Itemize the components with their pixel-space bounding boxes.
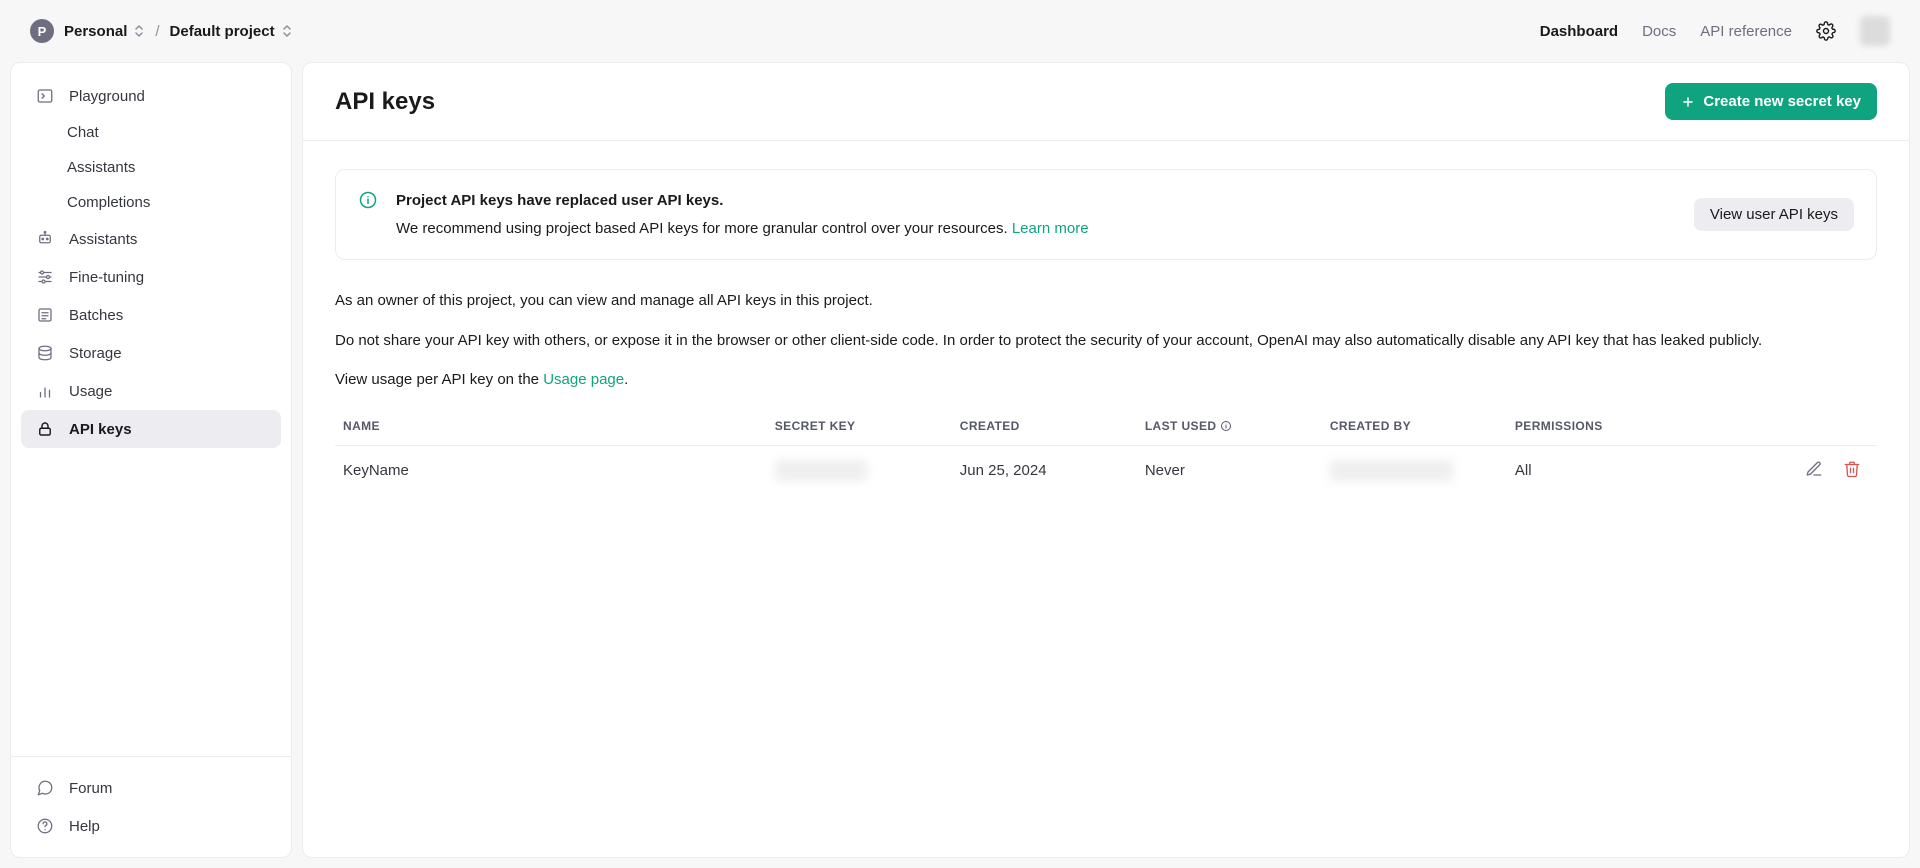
th-permissions: PERMISSIONS xyxy=(1507,407,1723,446)
database-icon xyxy=(35,343,55,363)
usage-line-prefix: View usage per API key on the xyxy=(335,371,543,388)
create-secret-key-button[interactable]: Create new secret key xyxy=(1665,83,1877,120)
page-title: API keys xyxy=(335,88,435,116)
nav-api-reference[interactable]: API reference xyxy=(1700,23,1792,40)
sidebar-item-completions[interactable]: Completions xyxy=(21,185,281,220)
sidebar-item-help[interactable]: Help xyxy=(21,807,281,845)
sidebar-label: Assistants xyxy=(67,159,135,176)
sidebar-item-chat[interactable]: Chat xyxy=(21,115,281,150)
notice-title: Project API keys have replaced user API … xyxy=(396,188,1676,214)
sliders-icon xyxy=(35,267,55,287)
usage-line-suffix: . xyxy=(624,371,628,388)
cell-last-used: Never xyxy=(1137,445,1322,495)
view-user-api-keys-button[interactable]: View user API keys xyxy=(1694,198,1854,231)
sidebar-label: Usage xyxy=(69,383,112,400)
user-avatar[interactable] xyxy=(1860,16,1890,46)
cell-created: Jun 25, 2024 xyxy=(952,445,1137,495)
notice-body: We recommend using project based API key… xyxy=(396,220,1012,237)
usage-line: View usage per API key on the Usage page… xyxy=(335,367,1877,393)
nav-docs[interactable]: Docs xyxy=(1642,23,1676,40)
chevron-updown-icon xyxy=(133,24,145,38)
plus-icon xyxy=(1681,95,1695,109)
sidebar-label: Assistants xyxy=(69,231,137,248)
cell-created-by: redacted@user xyxy=(1322,445,1507,495)
learn-more-link[interactable]: Learn more xyxy=(1012,220,1089,237)
table-row: KeyName sk-...XXXX Jun 25, 2024 Never re… xyxy=(335,445,1877,495)
robot-icon xyxy=(35,229,55,249)
delete-icon[interactable] xyxy=(1843,460,1863,480)
breadcrumb-separator: / xyxy=(155,23,159,40)
terminal-icon xyxy=(35,86,55,106)
sidebar-item-batches[interactable]: Batches xyxy=(21,296,281,334)
cell-permissions: All xyxy=(1507,445,1723,495)
th-created: CREATED xyxy=(952,407,1137,446)
sidebar-label: Chat xyxy=(67,124,99,141)
sidebar-label: Forum xyxy=(69,780,112,797)
sidebar: Playground Chat Assistants Completions A… xyxy=(10,62,292,858)
table-header-row: NAME SECRET KEY CREATED LAST USED CREAT xyxy=(335,407,1877,446)
sidebar-item-api-keys[interactable]: API keys xyxy=(21,410,281,448)
th-name: NAME xyxy=(335,407,767,446)
sidebar-item-storage[interactable]: Storage xyxy=(21,334,281,372)
forum-icon xyxy=(35,778,55,798)
chevron-updown-icon xyxy=(281,24,293,38)
project-name: Default project xyxy=(170,23,275,40)
sidebar-item-fine-tuning[interactable]: Fine-tuning xyxy=(21,258,281,296)
org-name: Personal xyxy=(64,23,127,40)
info-icon[interactable] xyxy=(1220,420,1232,432)
sidebar-label: Playground xyxy=(69,88,145,105)
usage-page-link[interactable]: Usage page xyxy=(543,371,624,388)
th-created-by: CREATED BY xyxy=(1322,407,1507,446)
notice-banner: Project API keys have replaced user API … xyxy=(335,169,1877,260)
notice-text: Project API keys have replaced user API … xyxy=(396,188,1676,241)
th-secret-key: SECRET KEY xyxy=(767,407,952,446)
th-last-used: LAST USED xyxy=(1137,407,1322,446)
description-1: As an owner of this project, you can vie… xyxy=(335,288,1877,314)
settings-icon[interactable] xyxy=(1816,21,1836,41)
list-icon xyxy=(35,305,55,325)
edit-icon[interactable] xyxy=(1805,460,1825,480)
main-panel: API keys Create new secret key Project A… xyxy=(302,62,1910,858)
help-icon xyxy=(35,816,55,836)
sidebar-label: Fine-tuning xyxy=(69,269,144,286)
cell-secret-key: sk-...XXXX xyxy=(767,445,952,495)
api-keys-table: NAME SECRET KEY CREATED LAST USED CREAT xyxy=(335,407,1877,495)
row-actions xyxy=(1731,460,1869,480)
sidebar-label: Help xyxy=(69,818,100,835)
main-header: API keys Create new secret key xyxy=(303,63,1909,141)
chart-icon xyxy=(35,381,55,401)
nav-dashboard[interactable]: Dashboard xyxy=(1540,23,1618,40)
button-label: Create new secret key xyxy=(1703,93,1861,110)
sidebar-item-playground[interactable]: Playground xyxy=(21,77,281,115)
sidebar-item-usage[interactable]: Usage xyxy=(21,372,281,410)
topbar: P Personal / Default project Dashboard D… xyxy=(0,0,1920,62)
org-avatar: P xyxy=(30,19,54,43)
top-right-nav: Dashboard Docs API reference xyxy=(1540,16,1890,46)
sidebar-label: Batches xyxy=(69,307,123,324)
project-selector[interactable]: Default project xyxy=(170,23,293,40)
sidebar-item-assistants-sub[interactable]: Assistants xyxy=(21,150,281,185)
sidebar-label: Storage xyxy=(69,345,122,362)
breadcrumbs: P Personal / Default project xyxy=(30,19,293,43)
description-2: Do not share your API key with others, o… xyxy=(335,328,1877,354)
th-last-used-label: LAST USED xyxy=(1145,419,1217,433)
sidebar-item-assistants[interactable]: Assistants xyxy=(21,220,281,258)
sidebar-label: Completions xyxy=(67,194,150,211)
cell-name: KeyName xyxy=(335,445,767,495)
sidebar-item-forum[interactable]: Forum xyxy=(21,769,281,807)
info-icon xyxy=(358,190,378,210)
org-selector[interactable]: Personal xyxy=(64,23,145,40)
lock-icon xyxy=(35,419,55,439)
sidebar-label: API keys xyxy=(69,421,132,438)
